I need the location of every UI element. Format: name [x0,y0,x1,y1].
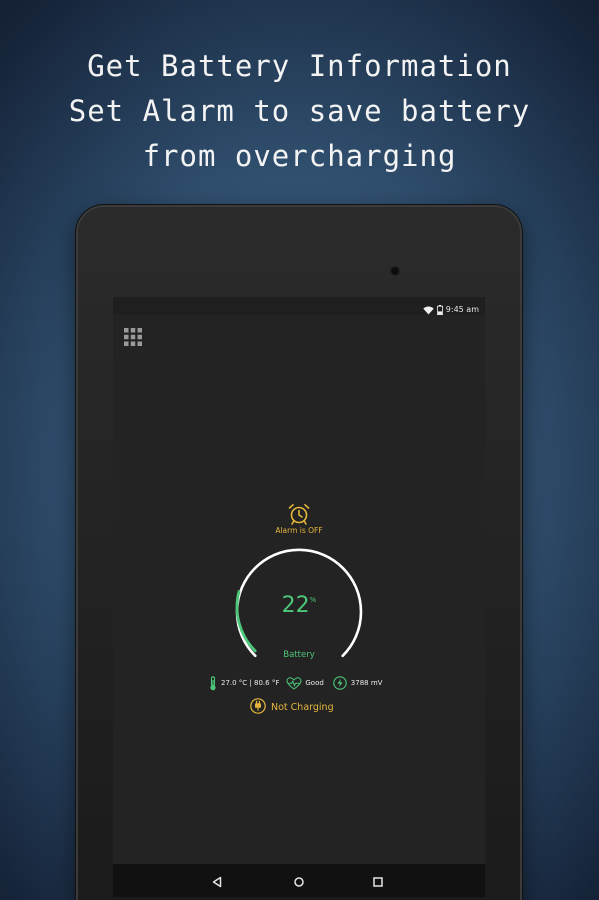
recents-icon[interactable] [371,874,385,888]
app-screen: 9:45 am Alarm is OFF 22% Battery 27.0 °C… [113,297,485,897]
navigation-bar [113,864,485,897]
back-icon[interactable] [210,874,224,888]
wifi-icon [423,300,434,319]
tablet-frame: 9:45 am Alarm is OFF 22% Battery 27.0 °C… [78,207,520,900]
health-heart-icon [286,676,302,690]
alarm-status: Alarm is OFF [275,526,323,535]
status-bar: 9:45 am [113,297,485,316]
battery-percentage: 22% [269,593,329,618]
thermometer-icon [209,675,217,691]
headline-line-3: from overcharging [142,139,457,173]
headline-line-2: Set Alarm to save battery [68,94,531,128]
temperature-value: 27.0 °C | 80.6 °F [221,679,280,687]
voltage-bolt-icon [333,676,347,690]
front-camera [390,266,400,276]
health-value: Good [305,679,324,687]
battery-level-unit: % [309,596,317,604]
headline-line-1: Get Battery Information [87,49,512,83]
alarm-clock-icon[interactable] [287,502,311,526]
battery-level-value: 22 [281,593,310,618]
charger-plug-icon [250,698,266,717]
grid-menu-icon[interactable] [124,328,142,346]
gauge-fill [235,590,257,653]
home-icon[interactable] [292,874,306,888]
charging-status: Not Charging [271,702,334,713]
status-icons: 9:45 am [423,300,479,319]
battery-info-row: 27.0 °C | 80.6 °F Good 3788 mV [209,673,399,693]
battery-status-icon [436,300,443,319]
charging-status-row: Not Charging [250,698,334,717]
battery-label: Battery [283,650,315,660]
promo-headline: Get Battery Information Set Alarm to sav… [0,44,599,179]
voltage-value: 3788 mV [350,679,383,687]
status-time: 9:45 am [445,305,479,314]
